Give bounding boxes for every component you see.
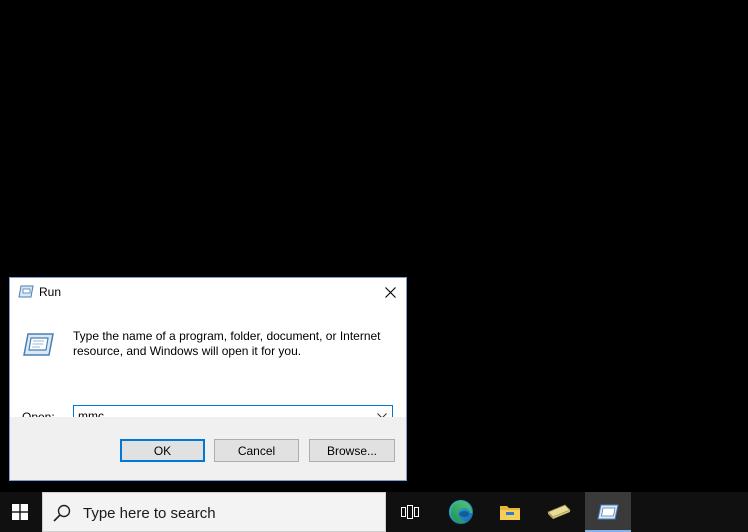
taskbar-search[interactable]: Type here to search	[42, 492, 386, 532]
edge-button[interactable]	[438, 492, 484, 532]
taskbar: Type here to search	[0, 492, 748, 532]
run-dialog: Run Type the name of a program, folder, …	[9, 277, 407, 481]
run-icon	[597, 504, 619, 520]
close-icon	[384, 286, 396, 298]
task-view-icon	[401, 505, 419, 519]
run-icon	[18, 285, 34, 299]
app-icon	[547, 504, 571, 519]
start-button[interactable]	[0, 492, 40, 532]
task-view-button[interactable]	[387, 492, 433, 532]
edge-icon	[449, 500, 473, 524]
dialog-description: Type the name of a program, folder, docu…	[73, 329, 381, 358]
run-icon	[22, 332, 54, 358]
windows-logo-icon	[12, 504, 28, 520]
run-taskbar-button[interactable]	[585, 492, 631, 532]
search-icon	[53, 504, 71, 522]
app-button[interactable]	[535, 492, 581, 532]
file-explorer-button[interactable]	[487, 492, 533, 532]
title-bar[interactable]: Run	[10, 278, 406, 307]
dialog-title: Run	[39, 285, 62, 299]
browse-button[interactable]: Browse...	[309, 439, 395, 462]
close-button[interactable]	[374, 278, 406, 306]
cancel-button[interactable]: Cancel	[214, 439, 299, 462]
search-placeholder: Type here to search	[83, 505, 216, 522]
folder-icon	[500, 506, 520, 520]
ok-button[interactable]: OK	[120, 439, 205, 462]
dialog-body: Type the name of a program, folder, docu…	[10, 307, 406, 427]
dialog-footer: OK Cancel Browse...	[10, 417, 406, 480]
